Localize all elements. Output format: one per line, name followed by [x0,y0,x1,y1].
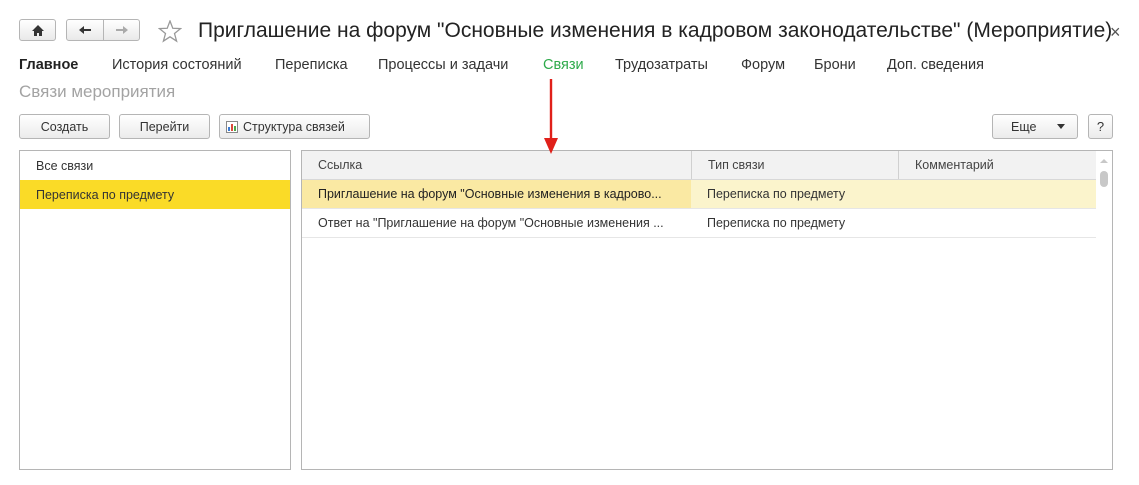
create-button[interactable]: Создать [19,114,110,139]
structure-button[interactable]: Структура связей [219,114,370,139]
tab-labor[interactable]: Трудозатраты [615,57,708,73]
row-type-cell: Переписка по предмету [707,216,846,230]
row-comment-cell [898,209,1096,237]
forward-button[interactable] [103,19,140,41]
list-item-all[interactable]: Все связи [20,151,290,180]
close-button[interactable]: × [1110,22,1121,43]
link-type-list: Все связи Переписка по предмету [19,150,291,470]
tab-links[interactable]: Связи [543,57,584,73]
row-comment-cell [898,180,1096,208]
tab-processes[interactable]: Процессы и задачи [378,57,508,73]
header-comment[interactable]: Комментарий [898,151,1096,179]
tab-history[interactable]: История состояний [112,57,242,73]
arrow-left-icon [79,26,91,34]
more-button[interactable]: Еще [992,114,1078,139]
scroll-thumb[interactable] [1100,171,1108,187]
row-link-cell: Приглашение на форум "Основные изменения… [302,180,691,208]
red-arrow-icon [544,79,558,154]
window-title: Приглашение на форум "Основные изменения… [198,19,1113,42]
row-type-cell: Переписка по предмету [707,187,846,201]
help-button[interactable]: ? [1088,114,1113,139]
dropdown-arrow-icon [1057,124,1065,129]
table-row[interactable]: Ответ на "Приглашение на форум "Основные… [302,209,1096,238]
home-icon [31,24,44,36]
more-label: Еще [1011,119,1037,134]
chart-structure-icon [226,120,238,133]
goto-button[interactable]: Перейти [119,114,210,139]
table-row[interactable]: Приглашение на форум "Основные изменения… [302,180,1096,209]
star-icon[interactable] [158,20,182,43]
back-button[interactable] [66,19,104,41]
structure-label: Структура связей [243,119,345,134]
section-title: Связи мероприятия [19,82,176,101]
tab-main[interactable]: Главное [19,57,78,73]
tab-extra-info[interactable]: Доп. сведения [887,57,984,73]
list-item-selected[interactable]: Переписка по предмету [20,180,290,209]
arrow-right-icon [115,26,128,34]
row-link-cell: Ответ на "Приглашение на форум "Основные… [318,216,664,230]
tab-forum[interactable]: Форум [741,57,785,73]
links-table: Ссылка Тип связи Комментарий Приглашение… [301,150,1113,470]
tab-correspondence[interactable]: Переписка [275,57,348,73]
tab-bookings[interactable]: Брони [814,57,856,73]
vertical-scrollbar[interactable] [1096,151,1112,469]
header-link[interactable]: Ссылка [302,151,691,179]
scroll-up-icon[interactable] [1096,155,1112,167]
table-header: Ссылка Тип связи Комментарий [302,151,1096,180]
home-button[interactable] [19,19,56,41]
header-link-type[interactable]: Тип связи [691,151,898,179]
